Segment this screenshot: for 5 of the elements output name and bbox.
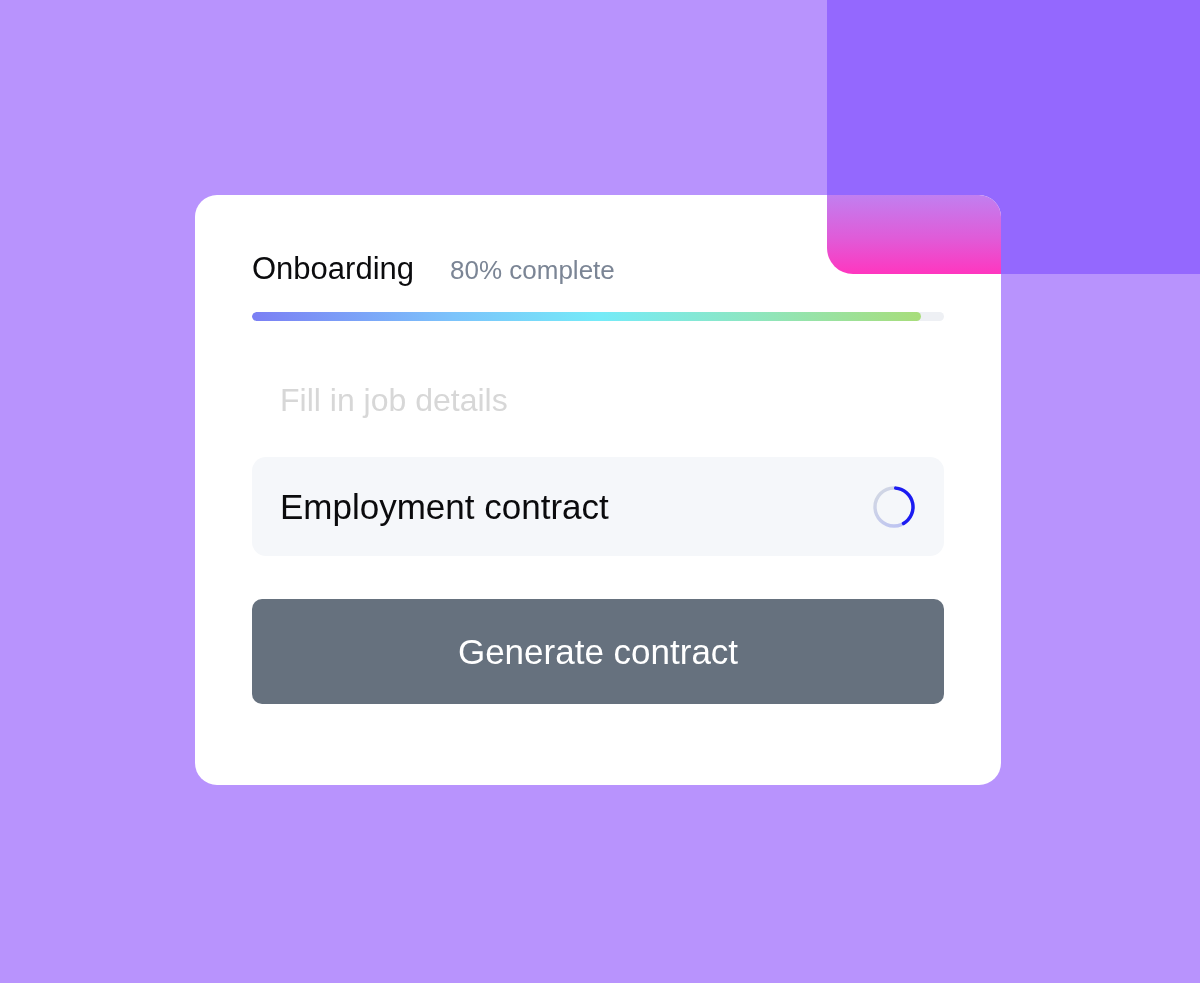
step-label: Employment contract	[280, 485, 609, 528]
progress-title: Onboarding	[252, 250, 414, 288]
generate-button[interactable]: Generate contract	[252, 599, 944, 704]
spinner-icon	[873, 485, 915, 528]
progress-caption: 80% complete	[450, 254, 615, 287]
